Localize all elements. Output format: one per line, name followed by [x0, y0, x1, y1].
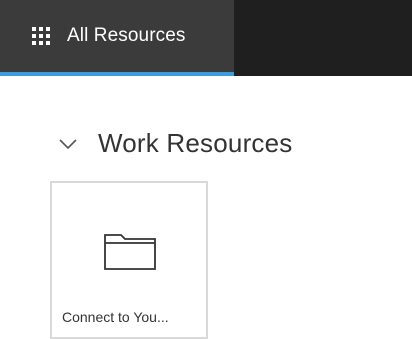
top-bar: All Resources — [0, 0, 412, 76]
tab-all-resources[interactable]: All Resources — [0, 0, 234, 72]
tab-label: All Resources — [67, 25, 186, 46]
resource-tile[interactable]: Connect to You... — [50, 181, 208, 339]
resource-label: Connect to You... — [62, 309, 169, 325]
app-launcher-icon — [32, 27, 50, 45]
folder-icon — [104, 234, 156, 270]
active-tab-indicator — [0, 72, 234, 76]
chevron-down-icon — [59, 138, 77, 149]
section-toggle-work-resources[interactable]: Work Resources — [58, 128, 293, 159]
section-title: Work Resources — [98, 128, 293, 158]
